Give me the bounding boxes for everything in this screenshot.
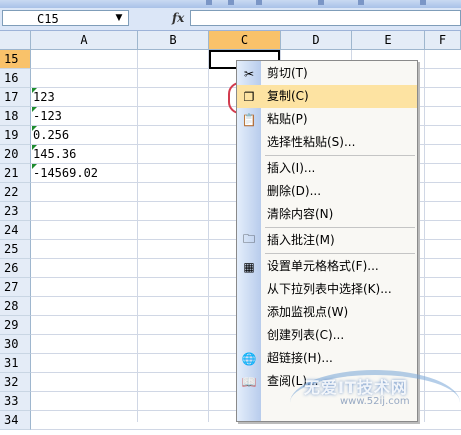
menu-item-1[interactable]: ❐ 复制(C) (237, 85, 417, 108)
row-header-21[interactable]: 21 (0, 164, 31, 183)
column-header-f[interactable]: F (425, 31, 461, 50)
menu-item-9[interactable]: 🗀 插入批注(M) (237, 229, 417, 252)
error-indicator-icon[interactable] (32, 88, 37, 93)
menu-item-12[interactable]: 从下拉列表中选择(K)... (237, 278, 417, 301)
toolbar-button[interactable] (228, 0, 234, 5)
paste-icon: 📋 (241, 112, 257, 127)
row-header-26[interactable]: 26 (0, 259, 31, 278)
menu-item-label: 创建列表(C)... (267, 328, 345, 342)
menu-separator (265, 155, 415, 156)
toolbar-button[interactable] (206, 0, 212, 5)
hyperlink-globe-icon: 🌐 (241, 351, 257, 366)
row-header-33[interactable]: 33 (0, 392, 31, 411)
folder-comment-icon: 🗀 (242, 232, 255, 246)
menu-item-label: 删除(D)... (267, 184, 322, 198)
watermark-logo: 无爱IT技术网 www.52ij.com (272, 368, 461, 422)
menu-item-15[interactable]: 🌐 超链接(H)... (237, 347, 417, 370)
menu-item-label: 从下拉列表中选择(K)... (267, 282, 392, 296)
column-header-a[interactable]: A (31, 31, 138, 50)
error-indicator-icon[interactable] (32, 126, 37, 131)
menu-item-6[interactable]: 删除(D)... (237, 180, 417, 203)
row-header-23[interactable]: 23 (0, 202, 31, 221)
row-header-15[interactable]: 15 (0, 50, 31, 69)
column-header-c[interactable]: C (209, 31, 281, 50)
error-indicator-icon[interactable] (32, 145, 37, 150)
menu-item-label: 清除内容(N) (267, 207, 334, 221)
error-indicator-icon[interactable] (32, 107, 37, 112)
menu-item-label: 剪切(T) (267, 66, 308, 80)
menu-separator (265, 227, 415, 228)
error-indicator-icon[interactable] (32, 164, 37, 169)
row-header-28[interactable]: 28 (0, 297, 31, 316)
menu-item-label: 添加监视点(W) (267, 305, 349, 319)
menu-item-13[interactable]: 添加监视点(W) (237, 301, 417, 324)
toolbar-button[interactable] (420, 0, 426, 5)
menu-item-11[interactable]: ▦ 设置单元格格式(F)... (237, 255, 417, 278)
copy-icon: ❐ (243, 89, 255, 104)
scissors-icon: ✂ (243, 66, 255, 81)
menu-separator (265, 253, 415, 254)
toolbar-button[interactable] (358, 0, 364, 5)
formula-bar: C15 ▼ fx (0, 8, 461, 31)
row-header-31[interactable]: 31 (0, 354, 31, 373)
row-header-30[interactable]: 30 (0, 335, 31, 354)
menu-item-label: 设置单元格格式(F)... (267, 259, 379, 273)
row-header-25[interactable]: 25 (0, 240, 31, 259)
cell-a18[interactable]: -123 (33, 107, 62, 126)
menu-item-label: 粘贴(P) (267, 112, 308, 126)
menu-item-3[interactable]: 选择性粘贴(S)... (237, 131, 417, 154)
column-header-b[interactable]: B (138, 31, 209, 50)
toolbar-button[interactable] (318, 0, 324, 5)
formula-input[interactable] (190, 10, 461, 26)
row-header-32[interactable]: 32 (0, 373, 31, 392)
row-header-34[interactable]: 34 (0, 411, 31, 430)
menu-item-label: 插入批注(M) (267, 233, 335, 247)
row-header-16[interactable]: 16 (0, 69, 31, 88)
row-header-18[interactable]: 18 (0, 107, 31, 126)
row-header-27[interactable]: 27 (0, 278, 31, 297)
menu-item-label: 超链接(H)... (267, 351, 333, 365)
row-header-20[interactable]: 20 (0, 145, 31, 164)
row-header-17[interactable]: 17 (0, 88, 31, 107)
toolbar-button[interactable] (256, 0, 262, 5)
chevron-down-icon[interactable]: ▼ (109, 11, 129, 25)
menu-item-7[interactable]: 清除内容(N) (237, 203, 417, 226)
format-cells-icon: ▦ (243, 259, 255, 274)
menu-item-5[interactable]: 插入(I)... (237, 157, 417, 180)
name-box[interactable]: C15 ▼ (2, 10, 129, 26)
menu-item-label: 选择性粘贴(S)... (267, 135, 356, 149)
menu-item-label: 插入(I)... (267, 161, 316, 175)
row-header-22[interactable]: 22 (0, 183, 31, 202)
watermark-text: 无爱IT技术网 (304, 378, 408, 397)
cell-a21[interactable]: -14569.02 (33, 164, 98, 183)
name-box-value: C15 (37, 12, 59, 26)
menu-item-label: 复制(C) (267, 89, 309, 103)
row-header-29[interactable]: 29 (0, 316, 31, 335)
column-header-d[interactable]: D (281, 31, 352, 50)
watermark-url: www.52ij.com (340, 396, 410, 407)
menu-item-2[interactable]: 📋 粘贴(P) (237, 108, 417, 131)
select-all-corner[interactable] (0, 31, 31, 50)
column-header-e[interactable]: E (352, 31, 425, 50)
cell-a19[interactable]: 0.256 (33, 126, 69, 145)
research-icon: 📖 (241, 374, 257, 389)
menu-item-0[interactable]: ✂ 剪切(T) (237, 62, 417, 85)
menu-item-14[interactable]: 创建列表(C)... (237, 324, 417, 347)
cell-a20[interactable]: 145.36 (33, 145, 76, 164)
function-icon[interactable]: fx (172, 11, 184, 25)
row-header-19[interactable]: 19 (0, 126, 31, 145)
row-header-24[interactable]: 24 (0, 221, 31, 240)
